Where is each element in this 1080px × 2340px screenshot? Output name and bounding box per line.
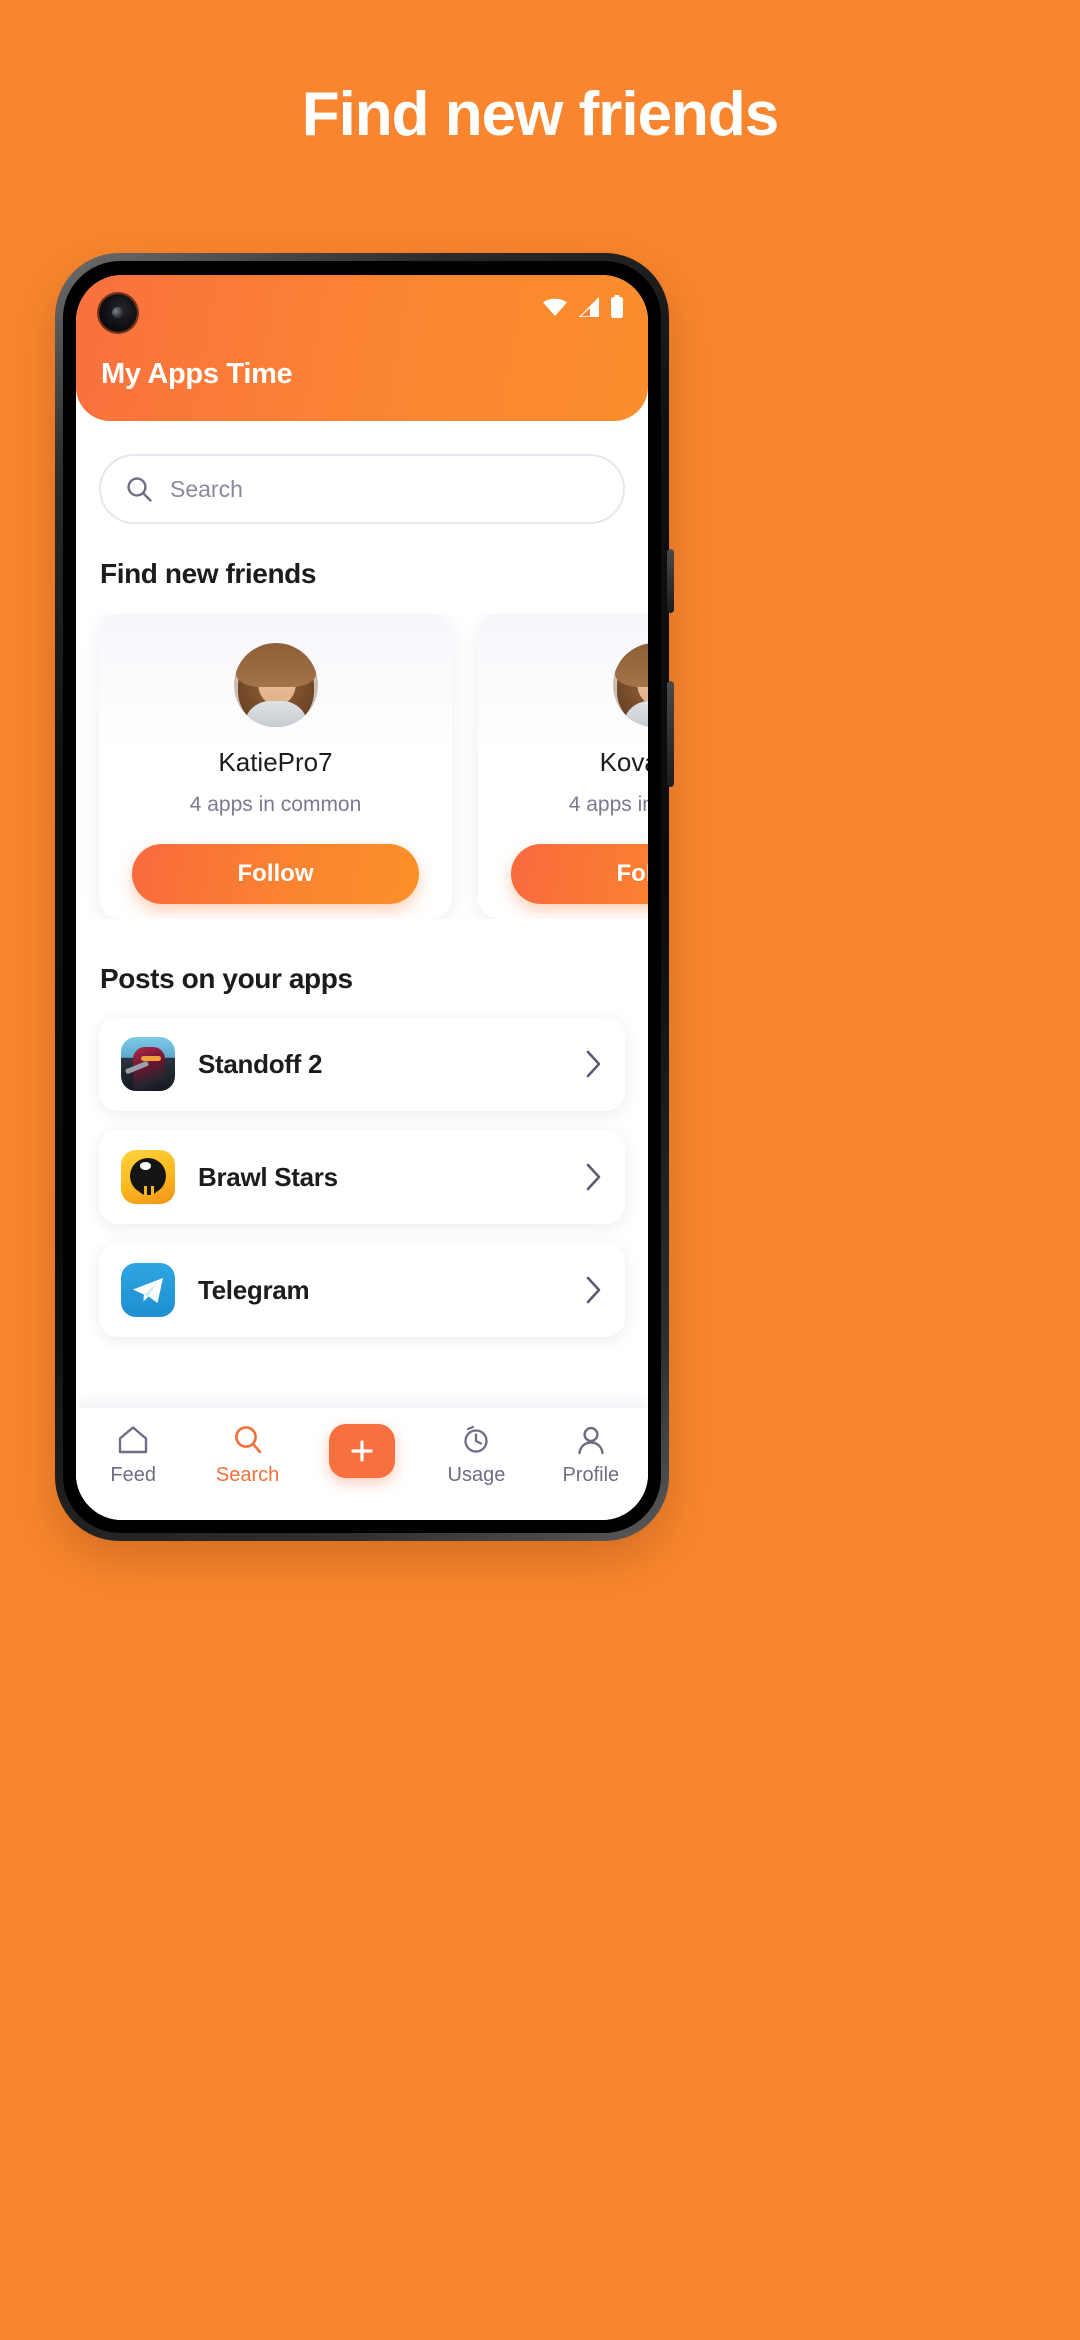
phone-screen: My Apps Time Search Find new friends Kat… [76, 275, 648, 1520]
search-icon [127, 476, 152, 502]
friend-card[interactable]: Kovalskiy 4 apps in common Follow [478, 613, 648, 919]
friend-name: Kovalskiy [599, 747, 648, 777]
nav-item-feed[interactable]: Feed [76, 1424, 190, 1487]
nav-item-search[interactable]: Search [190, 1424, 304, 1487]
nav-item-usage[interactable]: Usage [419, 1424, 533, 1487]
battery-icon [611, 295, 623, 318]
app-name: Brawl Stars [198, 1161, 338, 1192]
clock-icon [464, 1425, 489, 1453]
search-section: Search [76, 421, 648, 524]
chevron-right-icon[interactable] [585, 1162, 603, 1192]
app-name: Standoff 2 [198, 1048, 323, 1079]
nav-label: Profile [562, 1464, 620, 1486]
friend-card[interactable]: KatiePro7 4 apps in common Follow [99, 613, 452, 919]
app-title: My Apps Time [101, 358, 293, 390]
wifi-icon [543, 298, 567, 316]
section-title-friends: Find new friends [100, 558, 317, 589]
app-name: Telegram [198, 1274, 310, 1305]
phone-device-frame: My Apps Time Search Find new friends Kat… [55, 253, 674, 1541]
follow-button[interactable]: Follow [132, 844, 419, 904]
nav-item-add[interactable] [305, 1424, 419, 1486]
search-placeholder: Search [170, 475, 243, 502]
screen-content: Search Find new friends KatiePro7 4 apps… [76, 421, 648, 1520]
add-button[interactable] [329, 1424, 396, 1478]
friend-name: KatiePro7 [218, 747, 333, 777]
home-icon [119, 1426, 148, 1454]
plus-icon [351, 1440, 373, 1462]
list-item[interactable]: Telegram [99, 1243, 625, 1337]
bottom-navigation-bar: Feed Search Usage Profile [76, 1408, 648, 1520]
status-bar [542, 295, 624, 319]
nav-label: Feed [110, 1464, 156, 1486]
avatar [612, 643, 648, 727]
camera-punch-hole [99, 294, 137, 332]
phone-bezel: My Apps Time Search Find new friends Kat… [63, 261, 661, 1533]
chevron-right-icon[interactable] [585, 1049, 603, 1079]
person-icon [578, 1426, 604, 1455]
posts-app-list: Standoff 2 Brawl Stars Telegram [76, 1017, 648, 1337]
power-button[interactable] [667, 549, 674, 613]
standoff2-app-icon [121, 1037, 175, 1091]
list-item[interactable]: Standoff 2 [99, 1017, 625, 1111]
telegram-app-icon [121, 1263, 175, 1317]
nav-label: Usage [447, 1464, 506, 1486]
section-title-posts: Posts on your apps [100, 963, 353, 994]
signal-icon [579, 297, 599, 317]
brawlstars-app-icon [121, 1150, 175, 1204]
avatar [233, 643, 318, 727]
volume-button[interactable] [667, 681, 674, 787]
list-item[interactable]: Brawl Stars [99, 1130, 625, 1224]
friend-common-apps: 4 apps in common [189, 793, 362, 816]
chevron-right-icon[interactable] [585, 1275, 603, 1305]
nav-item-profile[interactable]: Profile [534, 1424, 648, 1487]
search-input[interactable]: Search [99, 454, 625, 524]
follow-button[interactable]: Follow [511, 844, 648, 904]
app-header: My Apps Time [76, 275, 648, 421]
promo-headline: Find new friends [301, 80, 780, 149]
friend-common-apps: 4 apps in common [568, 793, 648, 816]
friends-carousel[interactable]: KatiePro7 4 apps in common Follow Kovals… [76, 613, 648, 919]
search-icon [234, 1426, 261, 1454]
nav-label: Search [215, 1464, 280, 1486]
